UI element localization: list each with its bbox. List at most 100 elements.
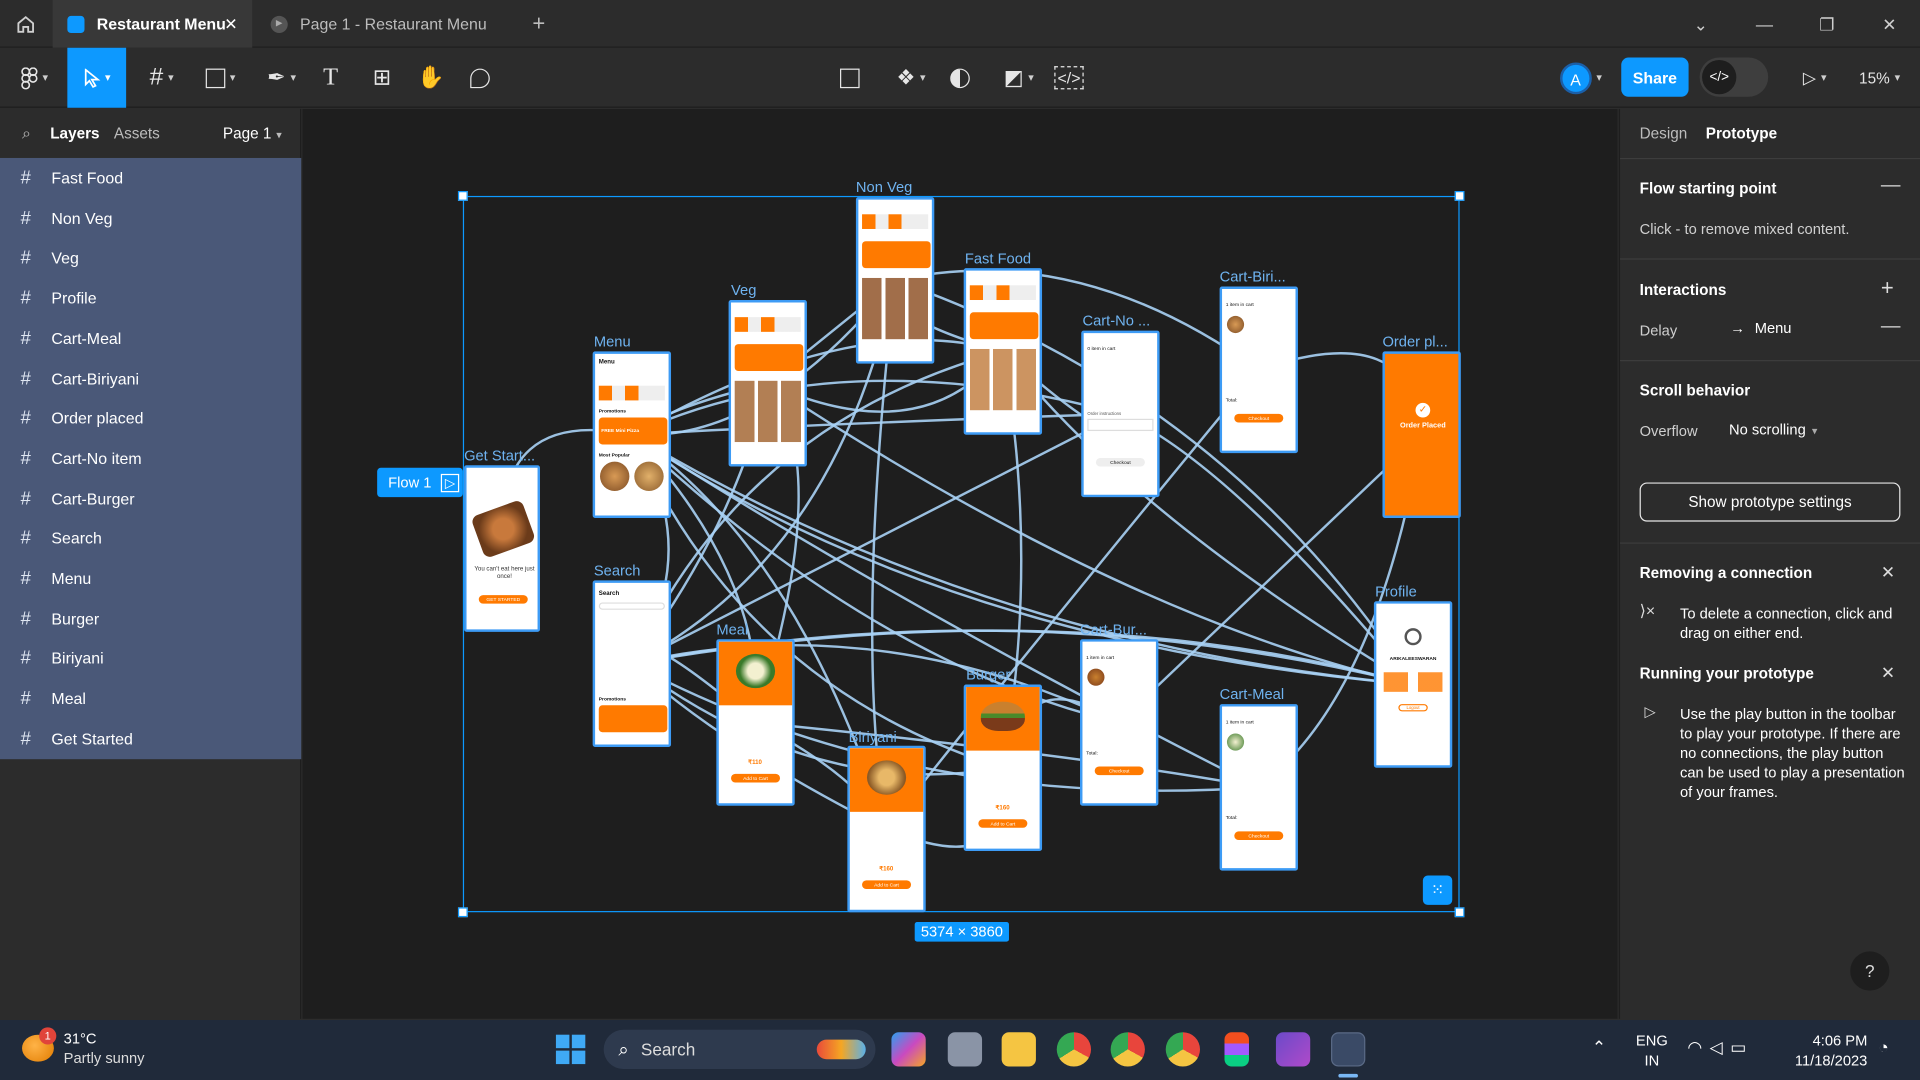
page-selector[interactable]: Page 1 ▾	[223, 125, 282, 142]
get-started-button[interactable]: GET STARTED	[478, 595, 528, 604]
snipping-tool-icon[interactable]	[1331, 1032, 1366, 1067]
selection-handle[interactable]	[457, 907, 468, 918]
main-menu-button[interactable]: ▾	[10, 48, 59, 108]
layer-item[interactable]: # Order placed	[0, 398, 301, 438]
add-to-cart-button[interactable]: Add to Cart	[731, 773, 781, 783]
selection-handle[interactable]	[457, 191, 468, 201]
canvas[interactable]: 5374 × 3860 Flow 1 ▷ Get Start... You ca…	[302, 108, 1618, 1019]
add-interaction-button[interactable]: +	[1881, 276, 1894, 302]
layer-item[interactable]: # Cart-No item	[0, 438, 301, 478]
layer-item[interactable]: # Menu	[0, 558, 301, 598]
help-button[interactable]: ?	[1850, 951, 1890, 991]
tab-design[interactable]: Design	[1640, 125, 1688, 142]
close-window-button[interactable]: ✕	[1875, 10, 1904, 39]
dev-frame-button[interactable]: </>	[1053, 48, 1085, 108]
zoom-menu[interactable]: 15% ▾	[1849, 48, 1910, 108]
avatar-menu[interactable]: A ▾	[1550, 48, 1611, 108]
logout-button[interactable]: Logout	[1398, 704, 1428, 712]
checkout-button[interactable]: Checkout	[1234, 831, 1284, 841]
weather-widget[interactable]: 1 31°C Partly sunny	[22, 1027, 181, 1071]
tab-page1[interactable]: ▶ Page 1 - Restaurant Menu	[253, 0, 510, 48]
mask-button[interactable]	[945, 48, 974, 108]
show-prototype-settings-button[interactable]: Show prototype settings	[1639, 482, 1901, 522]
remove-flow-button[interactable]: —	[1881, 175, 1901, 197]
frame-search[interactable]: Search Promotions	[592, 580, 672, 747]
frame-profile[interactable]: ARIKALEESWARAN Logout	[1373, 601, 1453, 768]
search-layers-icon[interactable]: ⌕	[22, 124, 31, 144]
frame-burger[interactable]: ₹160 Add to Cart	[963, 684, 1043, 852]
frame-cart-burger[interactable]: 1 item in cart Total: Checkout	[1080, 639, 1159, 806]
shape-tool[interactable]: ▾	[196, 48, 245, 108]
show-hidden-icons[interactable]: ⌃	[1592, 1037, 1606, 1058]
language-indicator[interactable]: ENG IN	[1636, 1031, 1668, 1070]
resources-tool[interactable]: ⊞	[367, 48, 396, 108]
start-button[interactable]	[555, 1034, 586, 1065]
new-tab-button[interactable]: +	[524, 0, 553, 48]
layer-item[interactable]: # Non Veg	[0, 198, 301, 238]
layer-item[interactable]: # Burger	[0, 598, 301, 638]
share-button[interactable]: Share	[1621, 57, 1689, 97]
frame-menu[interactable]: Menu Promotions FREE Mini Pizza Most Pop…	[592, 351, 672, 518]
comment-tool[interactable]	[465, 48, 494, 108]
layer-item[interactable]: # Fast Food	[0, 158, 301, 198]
layer-item[interactable]: # Cart-Biriyani	[0, 358, 301, 398]
video-editor-icon[interactable]	[1275, 1032, 1311, 1067]
task-view-icon[interactable]	[947, 1032, 983, 1067]
interaction-row[interactable]: → Menu	[1730, 320, 1791, 337]
selection-handle[interactable]	[1454, 907, 1465, 918]
notification-bell-icon[interactable]: ◔	[1878, 1037, 1888, 1057]
taskbar-search[interactable]: ⌕ Search	[603, 1029, 876, 1069]
checkout-button[interactable]: Checkout	[1234, 413, 1284, 423]
tab-restaurant-menu[interactable]: Restaurant Menu ✕	[52, 0, 253, 48]
frame-veg[interactable]	[728, 300, 807, 467]
overflow-select[interactable]: No scrolling ▾	[1729, 421, 1817, 438]
frame-meal[interactable]: ₹110 Add to Cart	[716, 639, 795, 806]
layer-item[interactable]: # Profile	[0, 278, 301, 318]
dev-mode-toggle[interactable]: </>	[1699, 57, 1769, 97]
close-tip-button[interactable]: ✕	[1881, 562, 1895, 583]
layer-item[interactable]: # Meal	[0, 678, 301, 718]
minimize-button[interactable]: —	[1750, 10, 1779, 39]
chevron-down-icon[interactable]: ⌄	[1686, 10, 1715, 39]
layer-item[interactable]: # Cart-Meal	[0, 318, 301, 358]
copilot-icon[interactable]	[891, 1032, 926, 1067]
frame-order-placed[interactable]: ✓ Order Placed	[1382, 351, 1461, 518]
file-explorer-icon[interactable]	[1001, 1032, 1036, 1067]
layer-item[interactable]: # Veg	[0, 238, 301, 278]
add-to-cart-button[interactable]: Add to Cart	[978, 819, 1028, 828]
layer-item[interactable]: # Get Started	[0, 719, 301, 759]
text-tool[interactable]: T	[316, 48, 345, 108]
move-tool[interactable]: ▾	[67, 47, 127, 108]
selection-handle[interactable]	[1454, 191, 1465, 201]
close-tab-icon[interactable]: ✕	[224, 14, 237, 34]
tab-prototype[interactable]: Prototype	[1706, 125, 1777, 142]
crop-frame-button[interactable]	[835, 48, 864, 108]
clock[interactable]: 4:06 PM 11/18/2023	[1782, 1031, 1867, 1070]
frame-get-started[interactable]: You can't eat here just once! GET STARTE…	[464, 465, 541, 632]
search-field[interactable]	[598, 602, 665, 610]
frame-biriyani[interactable]: ₹160 Add to Cart	[847, 745, 926, 913]
grid-view-button[interactable]: ⁙	[1422, 875, 1453, 905]
checkout-button[interactable]: Checkout	[1094, 766, 1144, 776]
restore-button[interactable]: ❐	[1812, 10, 1841, 39]
frame-non-veg[interactable]	[855, 197, 935, 364]
tab-layers[interactable]: Layers	[50, 125, 99, 142]
add-to-cart-button[interactable]: Add to Cart	[862, 880, 912, 889]
system-tray[interactable]: ◠◁▭	[1687, 1037, 1753, 1058]
tab-assets[interactable]: Assets	[114, 125, 160, 142]
layer-item[interactable]: # Biriyani	[0, 638, 301, 678]
boolean-menu[interactable]: ◩ ▾	[994, 48, 1043, 108]
selection-box[interactable]	[462, 195, 1460, 913]
chrome-icon[interactable]	[1056, 1032, 1092, 1067]
instructions-field[interactable]	[1087, 418, 1154, 432]
chrome-icon[interactable]	[1110, 1032, 1145, 1067]
layer-item[interactable]: # Search	[0, 518, 301, 558]
home-button[interactable]	[0, 0, 51, 48]
frame-tool[interactable]: # ▾	[137, 48, 186, 108]
frame-cart-no-item[interactable]: 0 item in cart Order instructions Checko…	[1081, 330, 1160, 498]
present-button[interactable]: ▷ ▾	[1793, 48, 1837, 108]
remove-interaction-button[interactable]: —	[1881, 316, 1901, 338]
frame-cart-biriyani[interactable]: 1 item in cart Total: Checkout	[1219, 286, 1298, 454]
layer-item[interactable]: # Cart-Burger	[0, 478, 301, 518]
figma-icon[interactable]	[1224, 1032, 1249, 1067]
